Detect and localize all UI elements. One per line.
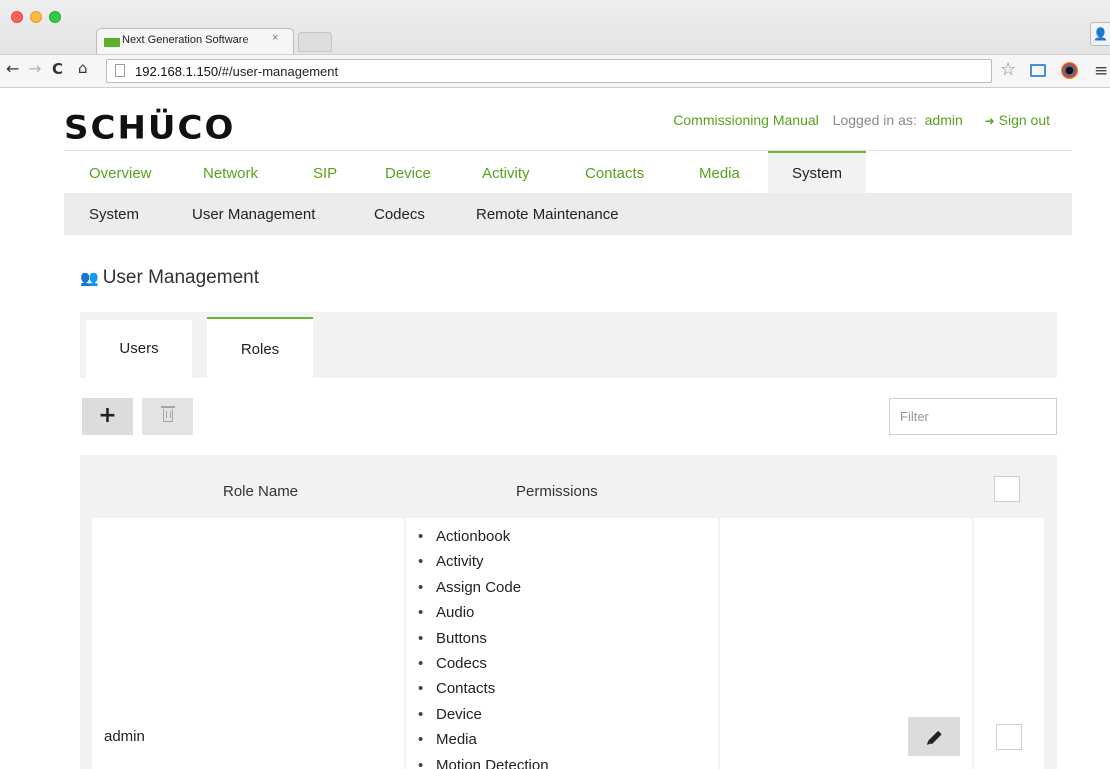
url-text: 192.168.1.150/#/user-management [135,64,338,79]
tab-roles[interactable]: Roles [207,317,313,378]
new-tab-button[interactable] [298,32,332,52]
page-title: 👥 User Management [80,267,259,289]
table-cell-select [974,518,1044,769]
permission-item: Media [416,730,549,755]
tab-users[interactable]: Users [86,320,192,378]
subnav-user-management[interactable]: User Management [192,206,315,223]
back-arrow-icon[interactable]: ← [6,59,19,78]
commissioning-manual-link[interactable]: Commissioning Manual [673,112,819,128]
menu-icon[interactable]: ≡ [1094,61,1108,81]
permission-item: Device [416,705,549,730]
column-header-permissions[interactable]: Permissions [516,483,598,500]
nav-overview[interactable]: Overview [89,165,152,182]
permission-item: Audio [416,603,549,628]
permission-item: Assign Code [416,578,549,603]
filter-input[interactable] [889,398,1057,435]
header-links: Commissioning Manual Logged in as: admin… [673,112,1050,128]
tab-close-icon[interactable]: × [272,32,278,44]
sign-out-label: Sign out [998,112,1050,128]
address-bar[interactable]: 192.168.1.150/#/user-management [106,59,992,83]
select-all-checkbox[interactable] [994,476,1020,502]
column-header-role-name[interactable]: Role Name [223,483,298,500]
main-nav: Overview Network SIP Device Activity Con… [64,150,1072,194]
cast-icon[interactable] [1030,64,1046,77]
browser-tab-strip: Next Generation Software × 👤 [0,0,1110,54]
nav-media[interactable]: Media [699,165,740,182]
favicon-icon [104,38,120,47]
permission-item: Activity [416,552,549,577]
schuco-logo: SCHÜCO [64,109,236,147]
nav-device[interactable]: Device [385,165,431,182]
nav-network[interactable]: Network [203,165,258,182]
plus-icon: + [98,403,117,428]
permission-item: Motion Detection [416,756,549,769]
sign-out-link[interactable]: ➜ Sign out [985,112,1050,128]
username-link[interactable]: admin [925,112,963,128]
page-icon [115,64,125,77]
subnav-codecs[interactable]: Codecs [374,206,425,223]
nav-activity[interactable]: Activity [482,165,530,182]
browser-tab-title: Next Generation Software [122,34,249,46]
permissions-list: Actionbook Activity Assign Code Audio Bu… [416,527,549,769]
subnav-system[interactable]: System [89,206,139,223]
permission-item: Codecs [416,654,549,679]
permission-item: Buttons [416,629,549,654]
url-host: 192.168.1.150 [135,64,219,79]
close-window-button[interactable] [11,11,23,23]
minimize-window-button[interactable] [30,11,42,23]
nav-contacts[interactable]: Contacts [585,165,644,182]
users-icon: 👥 [80,269,99,287]
permission-item: Actionbook [416,527,549,552]
trash-icon [161,406,175,422]
add-role-button[interactable]: + [82,398,133,435]
bookmark-star-icon[interactable]: ☆ [1000,59,1016,80]
role-name: admin [104,728,145,745]
tab-bar: Users Roles [80,312,1057,378]
table-cell-permissions: Actionbook Activity Assign Code Audio Bu… [406,518,718,769]
pencil-icon [928,730,942,745]
forward-arrow-icon[interactable]: → [28,59,41,78]
page-title-text: User Management [102,267,259,288]
roles-table: Role Name Permissions admin Actionbook A… [80,455,1057,769]
sub-nav: System User Management Codecs Remote Mai… [64,193,1072,235]
nav-sip[interactable]: SIP [313,165,337,182]
table-cell-actions [720,518,972,769]
home-icon[interactable]: ⌂ [78,59,88,77]
row-checkbox[interactable] [996,724,1022,750]
zoom-window-button[interactable] [49,11,61,23]
logged-in-label: Logged in as: [832,112,917,128]
edit-role-button[interactable] [908,717,960,756]
nav-system[interactable]: System [768,151,867,194]
reload-icon[interactable]: C [52,60,63,78]
extension-icon[interactable] [1061,62,1078,79]
sign-out-icon: ➜ [984,114,995,128]
url-path: /#/user-management [218,64,339,79]
table-cell-role-name: admin [92,518,404,769]
delete-role-button[interactable] [142,398,193,435]
browser-toolbar: ← → C ⌂ 192.168.1.150/#/user-management … [0,54,1110,88]
profile-icon[interactable]: 👤 [1090,22,1110,46]
permission-item: Contacts [416,679,549,704]
subnav-remote-maintenance[interactable]: Remote Maintenance [476,206,619,223]
